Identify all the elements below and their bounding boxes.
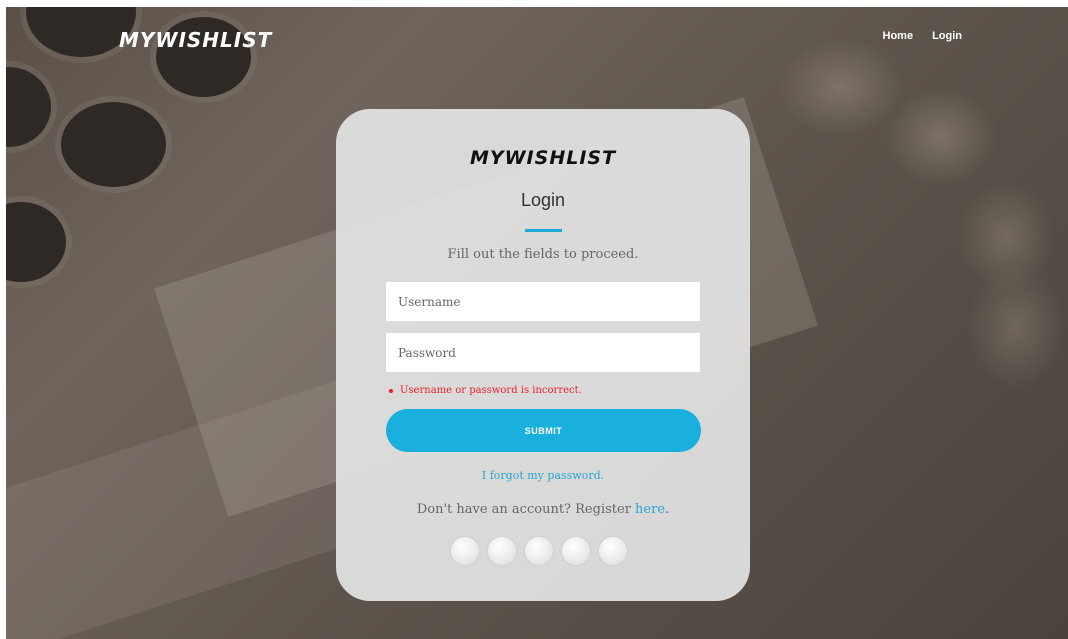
social-button-circle[interactable] <box>488 537 516 565</box>
social-button-circle[interactable] <box>562 537 590 565</box>
login-card: MYWISHLIST Login Fill out the fields to … <box>336 109 750 601</box>
error-text: Username or password is incorrect. <box>400 385 582 396</box>
title-underline <box>525 229 562 232</box>
register-link[interactable]: here <box>635 502 665 517</box>
username-input[interactable] <box>386 282 700 321</box>
site-logo[interactable]: MYWISHLIST <box>119 28 272 52</box>
social-button-circle[interactable] <box>599 537 627 565</box>
register-suffix: . <box>665 502 670 517</box>
page-title: Login <box>520 190 566 210</box>
social-button-circle[interactable] <box>525 537 553 565</box>
nav-home-link[interactable]: Home <box>883 30 914 42</box>
social-login-buttons <box>451 537 627 565</box>
password-input[interactable] <box>386 333 700 372</box>
calculator-key-decor <box>61 102 166 187</box>
error-message: Username or password is incorrect. <box>389 385 582 396</box>
card-logo: MYWISHLIST <box>469 147 617 169</box>
register-prompt: Don't have an account? Register here. <box>336 502 750 517</box>
forgot-password-link[interactable]: I forgot my password. <box>336 469 750 482</box>
submit-button[interactable]: SUBMIT <box>386 409 701 452</box>
calculator-key-decor <box>6 202 66 282</box>
social-button-circle[interactable] <box>451 537 479 565</box>
calculator-key-decor <box>6 67 51 147</box>
form-instructions: Fill out the fields to proceed. <box>447 247 639 262</box>
nav-login-link[interactable]: Login <box>932 30 962 42</box>
bullet-icon <box>389 388 393 393</box>
top-nav: Home Login <box>883 30 963 42</box>
register-prefix: Don't have an account? Register <box>416 502 636 517</box>
